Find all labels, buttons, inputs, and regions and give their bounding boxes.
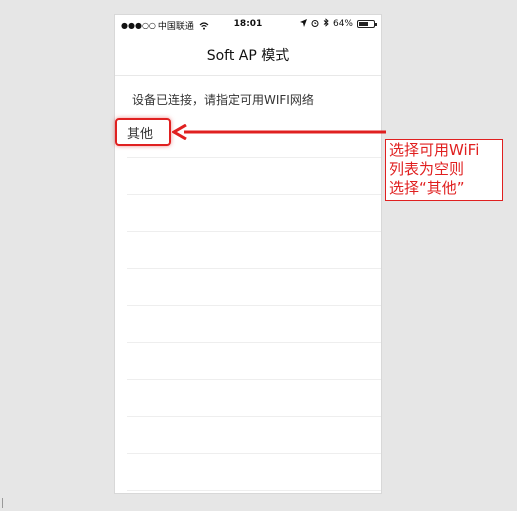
status-bar: ●●●○○ 中国联通 18:01 64% <box>115 15 381 35</box>
status-right: 64% <box>299 18 377 30</box>
wifi-list <box>115 121 381 491</box>
wifi-list-item[interactable] <box>127 195 381 232</box>
phone-screen: ●●●○○ 中国联通 18:01 64% Soft AP 模式 设备已连接，请指… <box>114 14 382 494</box>
annotation-line: 选择“其他” <box>389 179 465 197</box>
nav-bar: Soft AP 模式 <box>115 35 381 76</box>
wifi-list-item[interactable] <box>127 454 381 491</box>
battery-fill <box>359 22 368 26</box>
annotation-arrow <box>172 124 386 140</box>
wifi-list-item[interactable] <box>127 417 381 454</box>
page-title: Soft AP 模式 <box>206 48 290 64</box>
wifi-list-item[interactable] <box>127 158 381 195</box>
wifi-list-item[interactable] <box>127 380 381 417</box>
location-icon <box>299 18 307 30</box>
wifi-list-item[interactable] <box>127 343 381 380</box>
wifi-list-item[interactable] <box>127 232 381 269</box>
battery-icon <box>357 20 377 28</box>
wifi-item-other-label: 其他 <box>127 126 154 142</box>
wifi-list-item[interactable] <box>127 306 381 343</box>
alarm-icon <box>311 19 319 30</box>
annotation-line: 选择可用WiFi <box>389 141 480 159</box>
battery-percent: 64% <box>332 19 353 29</box>
instruction-text: 设备已连接，请指定可用WIFI网络 <box>132 93 314 107</box>
bluetooth-icon <box>323 18 329 30</box>
corner-mark <box>2 498 3 508</box>
wifi-item-other[interactable]: 其他 <box>115 118 171 146</box>
annotation-line: 列表为空则 <box>389 160 465 178</box>
annotation-callout: 选择可用WiFi 列表为空则 选择“其他” <box>385 139 503 201</box>
wifi-list-item[interactable] <box>127 269 381 306</box>
